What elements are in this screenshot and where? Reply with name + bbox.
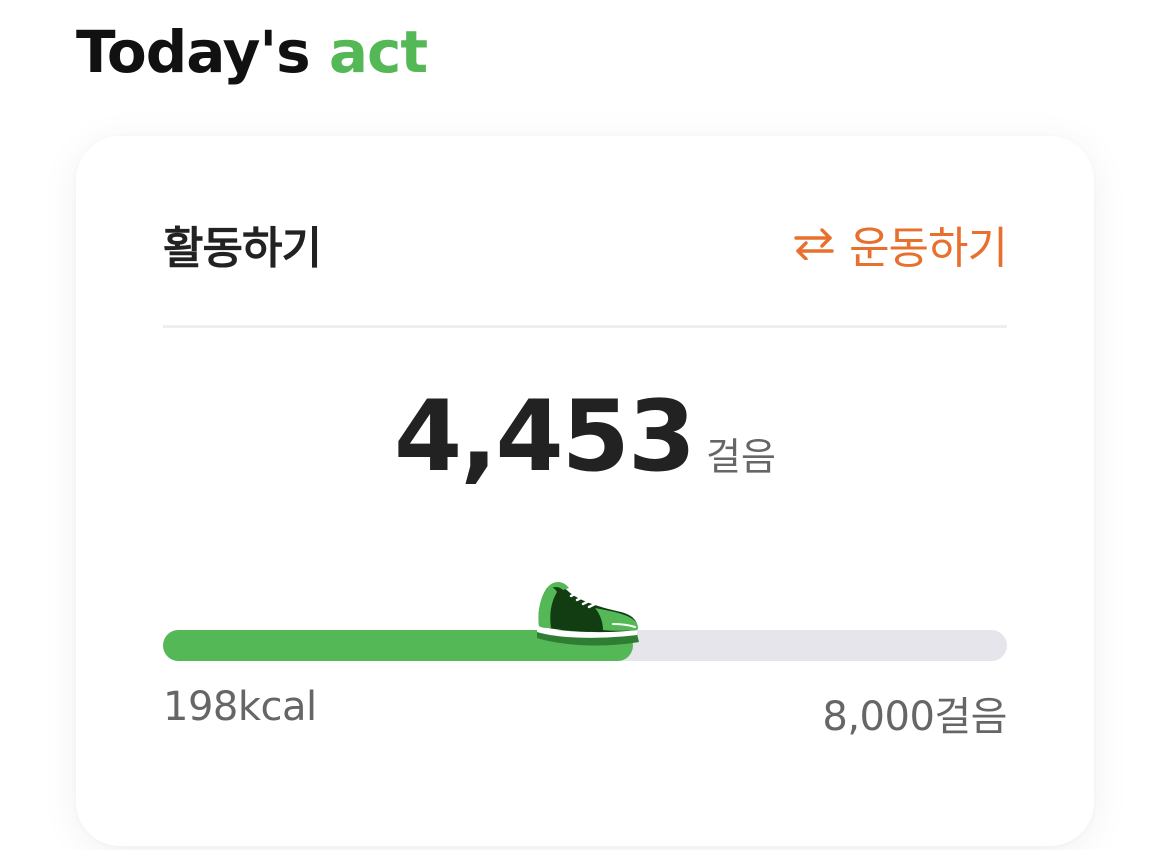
- switch-label: 운동하기: [849, 223, 1008, 274]
- card-title: 활동하기: [163, 223, 322, 274]
- calories-label: 198kcal: [163, 684, 317, 730]
- swap-arrows-icon: [793, 228, 835, 260]
- sneaker-icon: [533, 578, 645, 648]
- steps-unit: 걸음: [706, 435, 776, 479]
- section-title: Today's act: [76, 18, 428, 86]
- steps-count: 4,453 걸음: [76, 388, 1094, 486]
- switch-to-exercise-button[interactable]: 운동하기: [793, 212, 1008, 276]
- card-header: 활동하기 운동하기: [163, 212, 1008, 276]
- progress-labels: 198kcal 8,000걸음: [163, 684, 1007, 742]
- today-act-screen: Today's act 활동하기 운동하기 4,453 걸음 198kcal 8…: [0, 0, 1170, 850]
- section-title-main: Today's: [76, 18, 311, 86]
- goal-label: 8,000걸음: [822, 694, 1007, 740]
- divider: [163, 325, 1007, 328]
- steps-value: 4,453: [394, 380, 696, 494]
- steps-progress-bar: [163, 582, 1007, 661]
- activity-card: 활동하기 운동하기 4,453 걸음 198kcal 8,000걸음: [76, 136, 1094, 846]
- section-title-accent: act: [328, 18, 428, 86]
